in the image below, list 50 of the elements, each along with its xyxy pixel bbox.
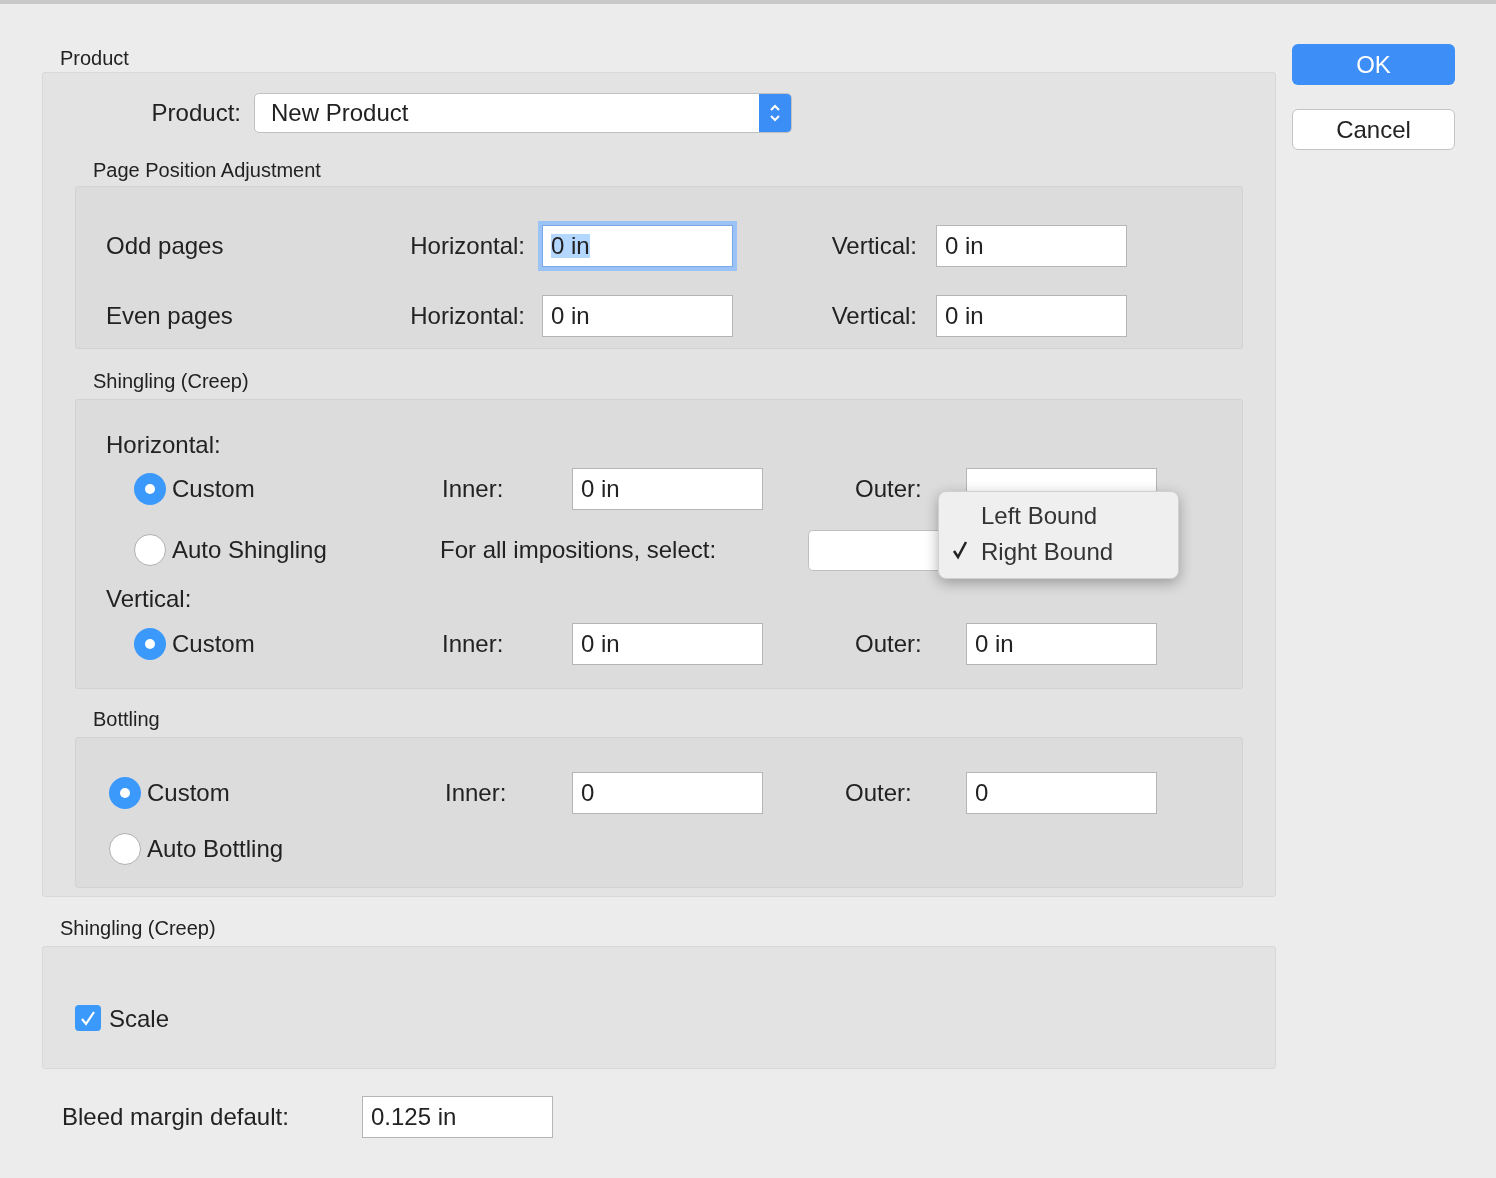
section-title: Bottling (93, 707, 161, 731)
radio-label: Auto Bottling (147, 834, 284, 864)
label: Outer: (845, 778, 913, 808)
input-field[interactable]: 0 in (542, 295, 733, 337)
label: For all impositions, select: (440, 535, 718, 565)
checkbox[interactable] (75, 1005, 101, 1031)
radio-button[interactable] (109, 777, 141, 809)
stepper-icon (759, 94, 791, 132)
label: Vertical: (830, 231, 917, 261)
group-title: Shingling (Creep) (60, 916, 217, 940)
radio-button[interactable] (109, 833, 141, 865)
label: Vertical: (106, 584, 193, 614)
radio-label: Custom (172, 474, 255, 504)
section-title: Page Position Adjustment (93, 158, 322, 182)
input-field[interactable]: 0 in (936, 295, 1127, 337)
radio-button[interactable] (134, 534, 166, 566)
label: Even pages (106, 301, 234, 331)
radio-button[interactable] (134, 628, 166, 660)
label: Vertical: (830, 301, 917, 331)
input-field[interactable]: 0 in (936, 225, 1127, 267)
label: Inner: (442, 629, 505, 659)
label: Outer: (855, 474, 923, 504)
input-field[interactable]: 0 in (572, 468, 763, 510)
radio-label: Auto Shingling (172, 535, 327, 565)
label: Bleed margin default: (62, 1102, 290, 1132)
cancel-button[interactable]: Cancel (1292, 109, 1455, 150)
label: Scale (109, 1005, 170, 1033)
section-title: Shingling (Creep) (93, 369, 250, 393)
label: Product: (150, 98, 241, 128)
label: Inner: (442, 474, 505, 504)
radio-label: Custom (172, 629, 255, 659)
check-icon (952, 540, 968, 560)
input-field[interactable]: 0 (572, 772, 763, 814)
input-field[interactable]: 0.125 in (362, 1096, 553, 1138)
product-select[interactable]: New Product (254, 93, 792, 133)
label: Outer: (855, 629, 923, 659)
label: Horizontal: (409, 231, 525, 261)
input-field[interactable]: 0 (966, 772, 1157, 814)
check-icon (80, 1010, 96, 1026)
radio-button[interactable] (134, 473, 166, 505)
group-title: Product (60, 46, 130, 71)
label: Horizontal: (106, 430, 222, 460)
label: Horizontal: (409, 301, 525, 331)
label: Odd pages (106, 231, 225, 261)
radio-label: Custom (147, 778, 230, 808)
menu-item[interactable]: Left Bound (939, 498, 1178, 534)
input-field[interactable]: 0 in (572, 623, 763, 665)
menu-item[interactable]: Right Bound (939, 534, 1178, 570)
label: Inner: (445, 778, 508, 808)
input-field[interactable]: 0 in (966, 623, 1157, 665)
